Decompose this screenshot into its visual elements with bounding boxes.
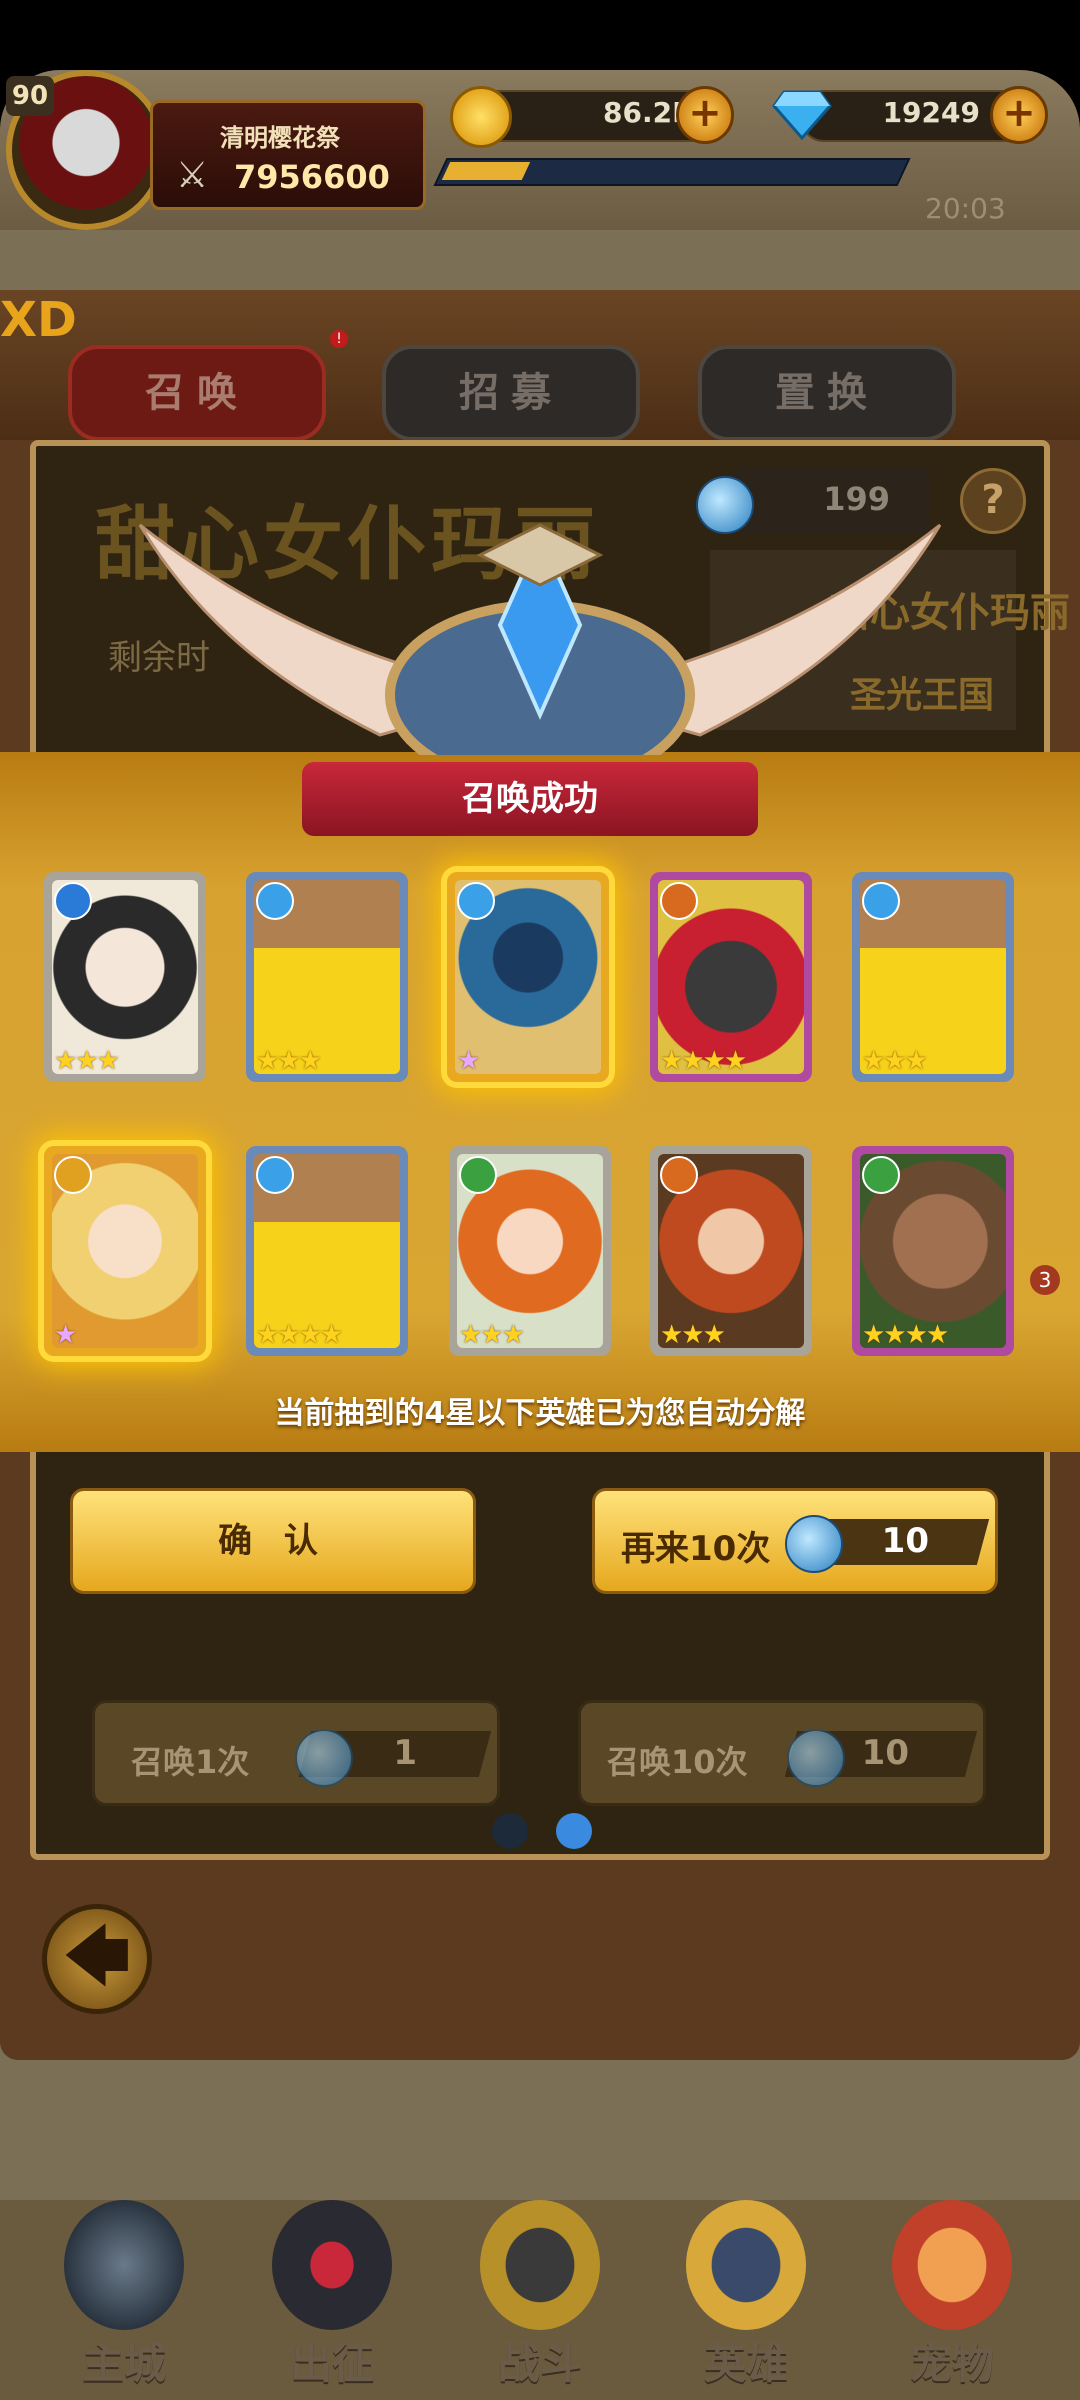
fire-element-icon xyxy=(660,1156,698,1194)
water-element-icon xyxy=(54,882,92,920)
hero-stars: ★★★ xyxy=(459,1320,525,1350)
help-button[interactable]: ? xyxy=(960,468,1026,534)
nav-battle[interactable]: 战斗 xyxy=(440,2190,640,2400)
fire-element-icon xyxy=(660,882,698,920)
player-name: 清明樱花祭 xyxy=(220,124,340,152)
player-level: 90 xyxy=(6,76,54,116)
hero-stars: ★ xyxy=(457,1046,480,1076)
auto-decompose-note: 当前抽到的4星以下英雄已为您自动分解 xyxy=(274,1396,806,1431)
hero-card[interactable]: ★★★ xyxy=(44,872,206,1082)
hero-stars: ★★★ xyxy=(862,1046,928,1076)
nature-element-icon xyxy=(459,1156,497,1194)
battle-shield-icon xyxy=(480,2200,600,2330)
confirm-button[interactable]: 确 认 xyxy=(70,1488,476,1594)
hero-stars: ★★★★ xyxy=(660,1046,747,1076)
hero-stars: ★★★ xyxy=(54,1046,120,1076)
hero-card[interactable]: ★★★ xyxy=(650,1146,812,1356)
crossed-swords-icon: ⚔ xyxy=(176,155,209,196)
nav-label: 宠物 xyxy=(909,2339,994,2388)
tab-notification-badge: ! xyxy=(330,330,348,348)
back-button[interactable]: 🡄 xyxy=(42,1904,152,2014)
player-power: 7956600 xyxy=(234,158,390,196)
summon-again-label: 再来10次 xyxy=(621,1529,771,1569)
diamond-icon xyxy=(772,90,832,140)
nature-element-icon xyxy=(862,1156,900,1194)
add-gold-button[interactable]: + xyxy=(676,86,734,144)
hero-stars: ★★★★ xyxy=(256,1320,343,1350)
hero-stars: ★★★★ xyxy=(862,1320,949,1350)
expedition-icon xyxy=(272,2200,392,2330)
hero-card[interactable]: ★★★ xyxy=(449,1146,611,1356)
nav-label: 主城 xyxy=(81,2339,166,2388)
summon-ten-cost: 10 xyxy=(861,1733,909,1773)
chat-badge: 3 xyxy=(1030,1265,1060,1295)
nav-label: 英雄 xyxy=(703,2339,788,2388)
gold-coin-icon xyxy=(450,86,512,148)
hero-card[interactable]: ★ xyxy=(447,872,609,1082)
hero-crown-icon xyxy=(686,2200,806,2330)
ice-element-icon xyxy=(457,882,495,920)
hero-card[interactable]: ★ xyxy=(44,1146,206,1356)
summon-success-title: 召唤成功 xyxy=(302,762,758,836)
corner-text: XD xyxy=(0,292,77,348)
hero-card[interactable]: ★★★★ xyxy=(852,1146,1014,1356)
hero-card[interactable]: ★★★★ xyxy=(246,1146,408,1356)
summon-once-cost: 1 xyxy=(393,1733,417,1773)
nav-expedition[interactable]: 出征 xyxy=(232,2190,432,2400)
nav-heroes[interactable]: 英雄 xyxy=(646,2190,846,2400)
ice-element-icon xyxy=(256,1156,294,1194)
tab-recruit[interactable]: 招募 xyxy=(382,345,640,441)
add-gems-button[interactable]: + xyxy=(990,86,1048,144)
hero-stars: ★★★ xyxy=(256,1046,322,1076)
nav-main-city[interactable]: 主城 xyxy=(24,2190,224,2400)
light-element-icon xyxy=(54,1156,92,1194)
clock: 20:03 xyxy=(925,192,1006,225)
summon-stone-icon xyxy=(787,1729,845,1787)
summon-stone-icon xyxy=(295,1729,353,1787)
hero-stars: ★★★ xyxy=(660,1320,726,1350)
ice-element-icon xyxy=(862,882,900,920)
experience-fill xyxy=(441,162,531,180)
summon-crest-icon xyxy=(138,523,942,755)
gem-amount: 19249 xyxy=(882,96,980,129)
summon-stone-count: 199 xyxy=(823,480,890,518)
hero-stars: ★ xyxy=(54,1320,77,1350)
hero-card[interactable]: ★★★ xyxy=(246,872,408,1082)
ice-element-icon xyxy=(256,882,294,920)
summon-stone-icon xyxy=(785,1515,843,1573)
summon-again-button[interactable]: 再来10次 10 xyxy=(592,1488,998,1594)
nav-pets[interactable]: 宠物 xyxy=(852,2190,1052,2400)
castle-icon xyxy=(64,2200,184,2330)
nav-label: 出征 xyxy=(289,2339,374,2388)
dragon-pet-icon xyxy=(892,2200,1012,2330)
tab-summon[interactable]: 召唤 xyxy=(68,345,326,441)
tab-replace[interactable]: 置换 xyxy=(698,345,956,441)
summon-ten-label: 召唤10次 xyxy=(607,1743,748,1781)
summon-ten-button[interactable]: 召唤10次 10 xyxy=(578,1700,986,1806)
page-dot-active[interactable] xyxy=(556,1813,592,1849)
hero-card[interactable]: ★★★ xyxy=(852,872,1014,1082)
hero-card[interactable]: ★★★★ xyxy=(650,872,812,1082)
page-dot[interactable] xyxy=(492,1813,528,1849)
summon-once-label: 召唤1次 xyxy=(131,1743,250,1781)
summon-once-button[interactable]: 召唤1次 1 xyxy=(92,1700,500,1806)
nav-label: 战斗 xyxy=(497,2339,582,2388)
summon-again-cost: 10 xyxy=(881,1521,929,1561)
